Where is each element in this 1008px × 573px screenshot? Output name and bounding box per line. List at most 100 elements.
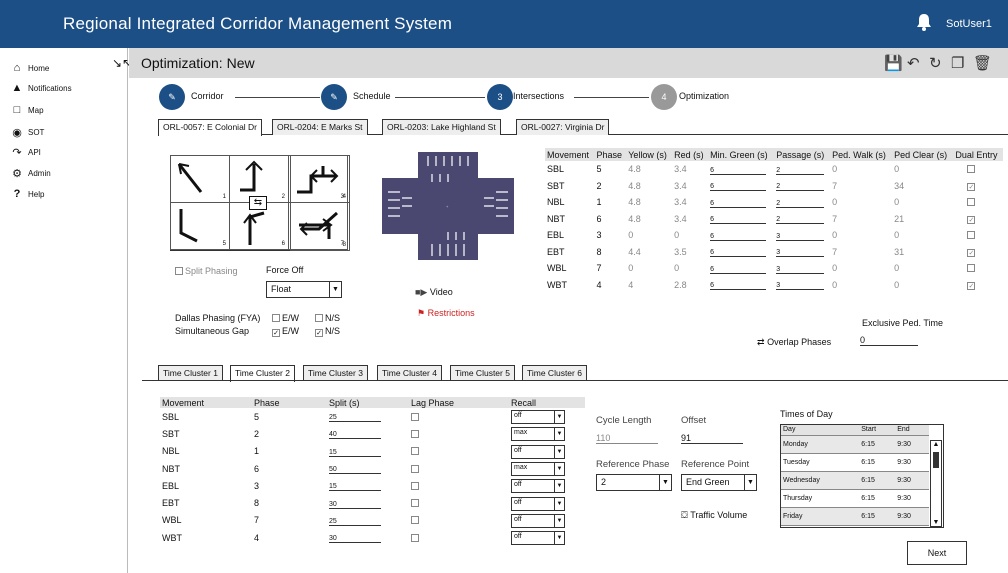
recall-select[interactable]: off ▼ <box>511 479 565 494</box>
dual-entry-checkbox[interactable]: ✓ <box>953 211 1003 228</box>
copy-icon[interactable]: ❐ <box>951 54 964 72</box>
split-input[interactable]: 40 <box>329 431 381 440</box>
list-item[interactable]: Wednesday 6:15 9:30 <box>781 471 929 490</box>
sidebar-item-sot[interactable]: ◉ SOT <box>10 126 44 139</box>
tab-time-cluster[interactable]: Time Cluster 4 <box>377 365 442 381</box>
reference-point-select[interactable]: End Green ▼ <box>681 474 757 491</box>
recall-select[interactable]: max ▼ <box>511 462 565 477</box>
min-green-input[interactable]: 6 <box>710 233 767 241</box>
passage-input[interactable]: 3 <box>776 266 825 274</box>
lag-phase-checkbox[interactable] <box>409 512 509 529</box>
tab-intersection[interactable]: ORL-0057: E Colonial Dr <box>158 119 263 136</box>
phase-cell[interactable]: 8 <box>290 202 350 251</box>
tab-time-cluster[interactable]: Time Cluster 3 <box>303 365 368 381</box>
dual-entry-checkbox[interactable] <box>953 227 1003 244</box>
lag-phase-checkbox[interactable] <box>409 494 509 511</box>
sidebar-item-admin[interactable]: ⚙ Admin <box>10 167 51 180</box>
sidebar-item-map[interactable]: □ Map <box>10 104 44 116</box>
min-green-input[interactable]: 6 <box>710 249 767 258</box>
dual-entry-checkbox[interactable] <box>953 194 1003 211</box>
video-button[interactable]: ■▶ Video <box>415 287 453 298</box>
sidebar-item-home[interactable]: ⌂ Home <box>10 62 50 74</box>
tab-time-cluster[interactable]: Time Cluster 6 <box>522 365 587 381</box>
scrollbar[interactable]: ▲ ▼ <box>930 440 942 527</box>
phase-cell[interactable]: 1 <box>170 155 230 203</box>
simul-ns-checkbox[interactable]: ✓ N/S <box>315 326 340 337</box>
tab-intersection[interactable]: ORL-0204: E Marks St <box>272 119 368 135</box>
recall-select[interactable]: off ▼ <box>511 513 565 528</box>
passage-input[interactable]: 2 <box>776 200 825 208</box>
phase-cell[interactable]: 4 <box>290 155 350 203</box>
dual-entry-checkbox[interactable]: ✓ <box>953 277 1003 294</box>
sidebar-item-help[interactable]: ? Help <box>10 188 45 200</box>
lag-phase-checkbox[interactable] <box>409 443 509 460</box>
tab-time-cluster[interactable]: Time Cluster 1 <box>158 365 223 381</box>
split-input[interactable]: 30 <box>329 501 381 509</box>
lag-phase-checkbox[interactable] <box>409 529 509 546</box>
recall-select[interactable]: max ▼ <box>511 427 565 442</box>
overlap-phases-button[interactable]: ⇄ Overlap Phases <box>757 337 831 348</box>
list-item[interactable]: Friday 6:15 9:30 <box>781 507 929 526</box>
step-schedule-edit-icon[interactable]: ✎ <box>321 84 347 110</box>
dallas-ew-checkbox[interactable]: E/W <box>272 313 299 323</box>
min-green-input[interactable]: 6 <box>710 282 767 291</box>
recall-select[interactable]: off ▼ <box>511 444 565 459</box>
passage-input[interactable]: 2 <box>776 183 825 192</box>
min-green-input[interactable]: 6 <box>710 266 767 274</box>
scroll-up-icon[interactable]: ▲ <box>931 441 941 448</box>
min-green-input[interactable]: 6 <box>710 216 767 225</box>
passage-input[interactable]: 3 <box>776 233 825 241</box>
recall-select[interactable]: off ▼ <box>511 496 565 511</box>
passage-input[interactable]: 3 <box>776 249 825 258</box>
min-green-input[interactable]: 6 <box>710 200 767 208</box>
step-corridor-edit-icon[interactable]: ✎ <box>159 84 185 110</box>
offset-input[interactable]: 91 <box>681 433 743 444</box>
list-item[interactable]: Monday 6:15 9:30 <box>781 435 929 454</box>
split-input[interactable]: 15 <box>329 483 381 492</box>
list-item[interactable]: Tuesday 6:15 9:30 <box>781 453 929 472</box>
recall-select[interactable]: off ▼ <box>511 410 565 425</box>
restrictions-button[interactable]: ⚑ Restrictions <box>417 308 475 319</box>
lag-phase-checkbox[interactable] <box>409 477 509 494</box>
split-input[interactable]: 25 <box>329 414 381 423</box>
dual-entry-checkbox[interactable] <box>953 161 1003 178</box>
tab-intersection[interactable]: ORL-0203: Lake Highland St <box>382 119 501 135</box>
scroll-down-icon[interactable]: ▼ <box>931 519 941 526</box>
traffic-volume-button[interactable]: ⛋ Traffic Volume <box>681 510 747 521</box>
reference-phase-select[interactable]: 2 ▼ <box>596 474 672 491</box>
step-number[interactable]: 3 <box>487 84 513 110</box>
undo-icon[interactable]: ↶ <box>907 54 920 72</box>
tab-intersection[interactable]: ORL-0027: Virginia Dr <box>516 119 610 135</box>
delete-icon[interactable]: 🗑 <box>973 54 992 72</box>
passage-input[interactable]: 2 <box>776 167 825 175</box>
next-button[interactable]: Next <box>907 541 967 565</box>
exclusive-ped-input[interactable]: 0 <box>860 335 918 346</box>
tab-time-cluster[interactable]: Time Cluster 5 <box>450 365 515 381</box>
passage-input[interactable]: 3 <box>776 282 825 291</box>
lag-phase-checkbox[interactable] <box>409 408 509 425</box>
min-green-input[interactable]: 6 <box>710 167 767 175</box>
split-phasing-checkbox[interactable]: Split Phasing <box>175 266 238 276</box>
scroll-thumb[interactable] <box>933 452 939 468</box>
split-input[interactable]: 15 <box>329 449 381 457</box>
recall-select[interactable]: off ▼ <box>511 531 565 546</box>
sidebar-item-api[interactable]: ↷ API <box>10 146 41 159</box>
save-icon[interactable]: 💾 <box>884 54 903 72</box>
dual-entry-checkbox[interactable]: ✓ <box>953 178 1003 195</box>
dual-entry-checkbox[interactable] <box>953 260 1003 277</box>
step-number[interactable]: 4 <box>651 84 677 110</box>
redo-icon[interactable]: ↻ <box>929 54 942 72</box>
lag-phase-checkbox[interactable] <box>409 460 509 477</box>
lag-phase-checkbox[interactable] <box>409 425 509 442</box>
split-input[interactable]: 25 <box>329 518 381 526</box>
min-green-input[interactable]: 6 <box>710 183 767 192</box>
passage-input[interactable]: 2 <box>776 216 825 225</box>
bell-icon[interactable] <box>916 13 932 31</box>
split-input[interactable]: 50 <box>329 466 381 475</box>
dual-entry-checkbox[interactable]: ✓ <box>953 244 1003 261</box>
dallas-ns-checkbox[interactable]: N/S <box>315 313 340 323</box>
user-name[interactable]: SotUser1 <box>946 18 992 30</box>
sidebar-item-notifications[interactable]: ▲ Notifications <box>10 82 72 94</box>
swap-icon[interactable]: ⇆ <box>249 196 267 210</box>
split-input[interactable]: 30 <box>329 535 381 544</box>
